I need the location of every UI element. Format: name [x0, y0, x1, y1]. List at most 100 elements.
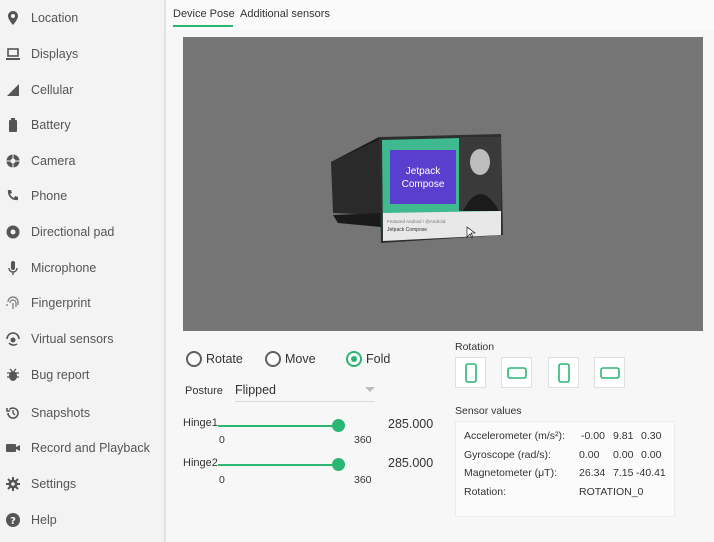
- location-pin-icon: [5, 10, 21, 26]
- battery-icon: [5, 117, 21, 133]
- sensor-values-box: Accelerometer (m/s²): -0.00 9.81 0.30 Gy…: [455, 421, 675, 517]
- device-3d-viewport[interactable]: Jetpack Compose Featured Android / @Andr…: [183, 37, 703, 331]
- history-icon: [5, 405, 21, 421]
- hinge2-min: 0: [219, 474, 225, 486]
- microphone-icon: [5, 260, 21, 276]
- fold-radio-label: Fold: [366, 352, 391, 366]
- hinge1-min: 0: [219, 434, 225, 446]
- rotation-title: Rotation: [455, 341, 495, 353]
- posture-value: Flipped: [235, 383, 276, 397]
- sidebar-item-label: Fingerprint: [31, 296, 91, 310]
- caption-line1: Featured Android / @Android: [387, 219, 446, 224]
- hinge1-slider-thumb[interactable]: [332, 419, 345, 432]
- sidebar: Location Displays Cellular Battery Camer…: [0, 0, 166, 542]
- rotate-portrait-button[interactable]: [455, 357, 486, 388]
- sensor-value: 9.81: [613, 430, 634, 442]
- radio-circle: [186, 351, 202, 367]
- hinge1-value: 285.000: [388, 417, 434, 431]
- active-tab-indicator: [173, 25, 233, 27]
- hinge1-label: Hinge1: [183, 417, 218, 429]
- sidebar-item-battery[interactable]: Battery: [0, 110, 164, 140]
- posture-label: Posture: [185, 385, 223, 397]
- sensor-value: 7.15: [613, 467, 634, 479]
- move-radio-label: Move: [285, 352, 316, 366]
- sidebar-item-label: Displays: [31, 47, 79, 61]
- sensor-value: 0.00: [641, 449, 662, 461]
- signal-icon: [5, 82, 21, 98]
- sensor-value: 26.34: [579, 467, 606, 479]
- hinge2-max: 360: [354, 474, 372, 486]
- sensor-value: 0.30: [641, 430, 662, 442]
- device-caption-area: [383, 211, 501, 241]
- camera-aperture-icon: [5, 153, 21, 169]
- sidebar-item-label: Directional pad: [31, 225, 115, 239]
- fingerprint-icon: [5, 295, 21, 311]
- sidebar-item-settings[interactable]: Settings: [0, 469, 164, 499]
- sidebar-item-label: Microphone: [31, 261, 97, 275]
- sidebar-item-record-and-playback[interactable]: Record and Playback: [0, 433, 164, 463]
- sidebar-item-cellular[interactable]: Cellular: [0, 75, 164, 105]
- rotate-reverse-portrait-button[interactable]: [548, 357, 579, 388]
- sidebar-item-label: Settings: [31, 477, 77, 491]
- sidebar-item-label: Help: [31, 513, 57, 527]
- rotate-reverse-landscape-button[interactable]: [594, 357, 625, 388]
- folded-device-preview[interactable]: Jetpack Compose Featured Android / @Andr…: [183, 37, 703, 331]
- sidebar-item-fingerprint[interactable]: Fingerprint: [0, 288, 164, 318]
- gear-icon: [5, 476, 21, 492]
- rotate-radio-label: Rotate: [206, 352, 243, 366]
- sidebar-item-label: Phone: [31, 189, 68, 203]
- hinge1-max: 360: [354, 434, 372, 446]
- bug-icon: [5, 367, 21, 383]
- sidebar-item-microphone[interactable]: Microphone: [0, 253, 164, 283]
- sensor-name: Gyroscope (rad/s):: [464, 449, 551, 461]
- sidebar-item-snapshots[interactable]: Snapshots: [0, 398, 164, 428]
- hinge2-slider-thumb[interactable]: [332, 458, 345, 471]
- portrait-icon: [464, 362, 477, 383]
- tab-additional-sensors[interactable]: Additional sensors: [240, 8, 330, 20]
- reverse-portrait-icon: [557, 362, 570, 383]
- sensor-value: -40.41: [636, 467, 666, 479]
- device-fold-bottom: [333, 213, 381, 227]
- sidebar-item-label: Cellular: [31, 83, 74, 97]
- help-icon: ?: [5, 512, 21, 528]
- sidebar-item-phone[interactable]: Phone: [0, 181, 164, 211]
- sidebar-item-label: Virtual sensors: [31, 332, 114, 346]
- fold-radio[interactable]: Fold: [346, 351, 390, 367]
- person-face: [470, 149, 490, 175]
- sensor-name: Accelerometer (m/s²):: [464, 430, 565, 442]
- reverse-landscape-icon: [599, 366, 620, 379]
- sidebar-item-bug-report[interactable]: Bug report: [0, 360, 164, 390]
- rotate-landscape-button[interactable]: [501, 357, 532, 388]
- sensor-values-title: Sensor values: [455, 405, 522, 417]
- tab-bar: Device Pose Additional sensors: [166, 0, 714, 30]
- hinge2-label: Hinge2: [183, 457, 218, 469]
- sidebar-item-label: Camera: [31, 154, 76, 168]
- sidebar-item-label: Location: [31, 11, 79, 25]
- tab-device-pose[interactable]: Device Pose: [173, 8, 235, 20]
- sensor-name: Magnetometer (μT):: [464, 467, 557, 479]
- hinge2-value: 285.000: [388, 456, 434, 470]
- hinge1-slider-track[interactable]: [218, 425, 340, 427]
- sidebar-item-directional-pad[interactable]: Directional pad: [0, 217, 164, 247]
- sensor-value: -0.00: [581, 430, 605, 442]
- hinge2-slider-track[interactable]: [218, 464, 340, 466]
- sidebar-item-virtual-sensors[interactable]: Virtual sensors: [0, 324, 164, 354]
- jetpack-card-line2: Compose: [402, 179, 445, 190]
- laptop-icon: [5, 46, 21, 62]
- svg-text:?: ?: [10, 516, 16, 527]
- caption-line2: Jetpack Compose: [387, 227, 427, 233]
- posture-dropdown[interactable]: Flipped: [235, 381, 375, 402]
- sensor-value: 0.00: [579, 449, 600, 461]
- rotate-radio[interactable]: Rotate: [186, 351, 243, 367]
- sidebar-item-label: Bug report: [31, 368, 90, 382]
- chevron-down-icon: [365, 387, 375, 392]
- dpad-icon: [5, 224, 21, 240]
- sidebar-item-displays[interactable]: Displays: [0, 39, 164, 69]
- sidebar-item-location[interactable]: Location: [0, 3, 164, 33]
- sidebar-item-camera[interactable]: Camera: [0, 146, 164, 176]
- sidebar-item-label: Snapshots: [31, 406, 91, 420]
- radio-circle-selected: [346, 351, 362, 367]
- sidebar-item-help[interactable]: ? Help: [0, 505, 164, 535]
- move-radio[interactable]: Move: [265, 351, 316, 367]
- sidebar-item-label: Record and Playback: [31, 441, 150, 455]
